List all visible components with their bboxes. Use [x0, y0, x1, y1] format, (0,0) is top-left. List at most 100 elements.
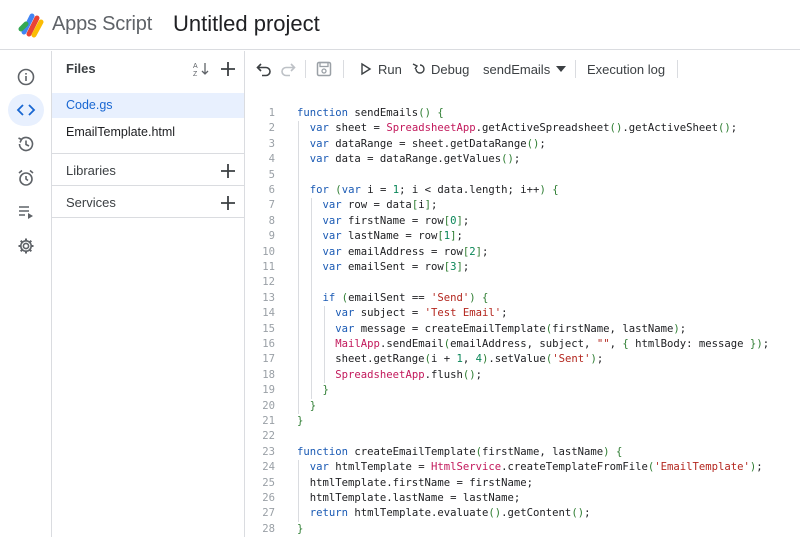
function-select[interactable]: sendEmails	[483, 51, 567, 87]
debug-icon	[412, 63, 425, 74]
line-number: 1	[268, 107, 275, 119]
left-rail	[0, 51, 52, 537]
svg-text:Z: Z	[193, 71, 198, 78]
rail-triggers[interactable]	[8, 162, 44, 194]
line-number: 6	[268, 184, 275, 196]
code-line[interactable]: 14 var subject = 'Test Email';	[245, 306, 800, 321]
sort-az-icon[interactable]: A Z	[192, 60, 210, 78]
function-select-value: sendEmails	[483, 61, 551, 77]
code-line[interactable]: 15 var message = createEmailTemplate(fir…	[245, 322, 800, 337]
code-text: htmlTemplate.firstName = firstName;	[297, 476, 533, 489]
line-number: 3	[268, 137, 275, 150]
line-number: 20	[262, 399, 275, 412]
indent-guide	[323, 306, 325, 384]
code-line[interactable]: 9 var lastName = row[1];	[245, 229, 800, 244]
line-number: 26	[262, 492, 275, 504]
code-line[interactable]: 23 function createEmailTemplate(firstName…	[245, 445, 800, 460]
line-number: 17	[262, 353, 275, 366]
code-line[interactable]: 2 var sheet = SpreadsheetApp.getActiveSp…	[245, 121, 800, 136]
rail-overview[interactable]	[8, 61, 44, 93]
code-line[interactable]: 25 htmlTemplate.firstName = firstName;	[245, 476, 800, 491]
toolbar-divider	[305, 60, 306, 78]
code-line[interactable]: 22	[245, 429, 800, 444]
files-title: Files	[66, 61, 96, 76]
execution-log-button[interactable]: Execution log	[587, 51, 665, 87]
code-line[interactable]: 20 }	[245, 399, 800, 414]
code-text: var subject = 'Test Email';	[335, 307, 508, 320]
code-text: return htmlTemplate.evaluate().getConten…	[309, 507, 591, 520]
code-icon	[16, 104, 36, 116]
code-line[interactable]: 27 return htmlTemplate.evaluate().getCon…	[245, 506, 800, 521]
code-line[interactable]: 21}	[245, 414, 800, 429]
services-section[interactable]: Services	[52, 185, 244, 217]
execution-log-label: Execution log	[587, 61, 666, 77]
rail-history[interactable]	[8, 128, 44, 160]
code-text: var row = data[i];	[322, 199, 438, 212]
chevron-down-icon	[556, 66, 567, 72]
services-label: Services	[66, 195, 116, 210]
code-line[interactable]: 8 var firstName = row[0];	[245, 214, 800, 229]
code-line[interactable]: 16 MailApp.sendEmail(emailAddress, subje…	[245, 337, 800, 352]
line-number: 11	[262, 261, 275, 273]
code-line[interactable]: 11 var emailSent = row[3];	[245, 260, 800, 275]
undo-icon[interactable]	[255, 60, 273, 78]
libraries-section[interactable]: Libraries	[52, 153, 244, 185]
line-number: 23	[262, 445, 275, 458]
save-icon[interactable]	[315, 60, 333, 78]
gear-icon	[18, 238, 34, 254]
rail-settings[interactable]	[8, 230, 44, 262]
apps-script-logo[interactable]	[18, 10, 48, 38]
brand-name: Apps Script	[52, 13, 153, 35]
code-text: }	[297, 522, 304, 535]
add-library-icon[interactable]	[219, 162, 237, 180]
redo-icon[interactable]	[279, 60, 297, 78]
add-file-icon[interactable]	[219, 60, 237, 78]
code-line[interactable]: 6 for (var i = 1; i < data.length; i++) …	[245, 183, 800, 198]
line-number: 8	[268, 214, 275, 227]
add-service-icon[interactable]	[219, 194, 237, 212]
code-editor[interactable]: 1 function sendEmails() {2 var sheet = Sp…	[245, 87, 800, 537]
project-title[interactable]: Untitled project	[173, 11, 320, 37]
code-text: htmlTemplate.lastName = lastName;	[297, 492, 521, 504]
line-number: 22	[262, 430, 275, 443]
code-text: SpreadsheetApp.flush();	[335, 368, 483, 381]
code-line[interactable]: 13 if (emailSent == 'Send') {	[245, 291, 800, 306]
code-line[interactable]: 12	[245, 275, 800, 290]
code-line[interactable]: 26 htmlTemplate.lastName = lastName;	[245, 491, 800, 506]
code-line[interactable]: 19 }	[245, 383, 800, 398]
line-number: 19	[262, 384, 275, 397]
toolbar-divider	[343, 60, 344, 78]
line-number: 15	[262, 322, 275, 335]
rail-executions[interactable]	[8, 196, 44, 228]
code-text: MailApp.sendEmail(emailAddress, subject,…	[335, 338, 770, 350]
code-text: }	[297, 415, 304, 427]
toolbar-divider	[575, 60, 576, 78]
line-number: 18	[262, 368, 275, 381]
debug-button[interactable]: Debug	[412, 51, 469, 87]
play-icon	[361, 62, 372, 76]
code-line[interactable]: 10 var emailAddress = row[2];	[245, 245, 800, 260]
code-text: var sheet = SpreadsheetApp.getActiveSpre…	[309, 122, 738, 135]
code-line[interactable]: 7 var row = data[i];	[245, 198, 800, 213]
line-number: 24	[262, 461, 275, 474]
line-number: 27	[262, 507, 275, 520]
code-text: sheet.getRange(i + 1, 4).setValue('Sent'…	[297, 353, 604, 366]
line-number: 7	[268, 199, 275, 212]
code-line[interactable]: 24 var htmlTemplate = HtmlService.create…	[245, 460, 800, 475]
code-text: var dataRange = sheet.getDataRange();	[309, 137, 546, 150]
file-item-email-template[interactable]: EmailTemplate.html	[52, 120, 244, 145]
code-line[interactable]: 28}	[245, 522, 800, 537]
code-text: }	[322, 384, 329, 397]
line-number: 16	[262, 338, 275, 350]
code-line[interactable]: 4 var data = dataRange.getValues();	[245, 152, 800, 167]
code-line[interactable]: 18 SpreadsheetApp.flush();	[245, 368, 800, 383]
code-line[interactable]: 5	[245, 168, 800, 183]
executions-icon	[19, 206, 33, 219]
code-line[interactable]: 3 var dataRange = sheet.getDataRange();	[245, 137, 800, 152]
run-button[interactable]: Run	[359, 51, 402, 87]
history-icon	[18, 136, 34, 152]
code-line[interactable]: 1 function sendEmails() {	[245, 106, 800, 121]
code-line[interactable]: 17 sheet.getRange(i + 1, 4).setValue('Se…	[245, 352, 800, 367]
file-item-code-gs[interactable]: Code.gs	[52, 93, 244, 118]
rail-editor[interactable]	[8, 94, 44, 126]
